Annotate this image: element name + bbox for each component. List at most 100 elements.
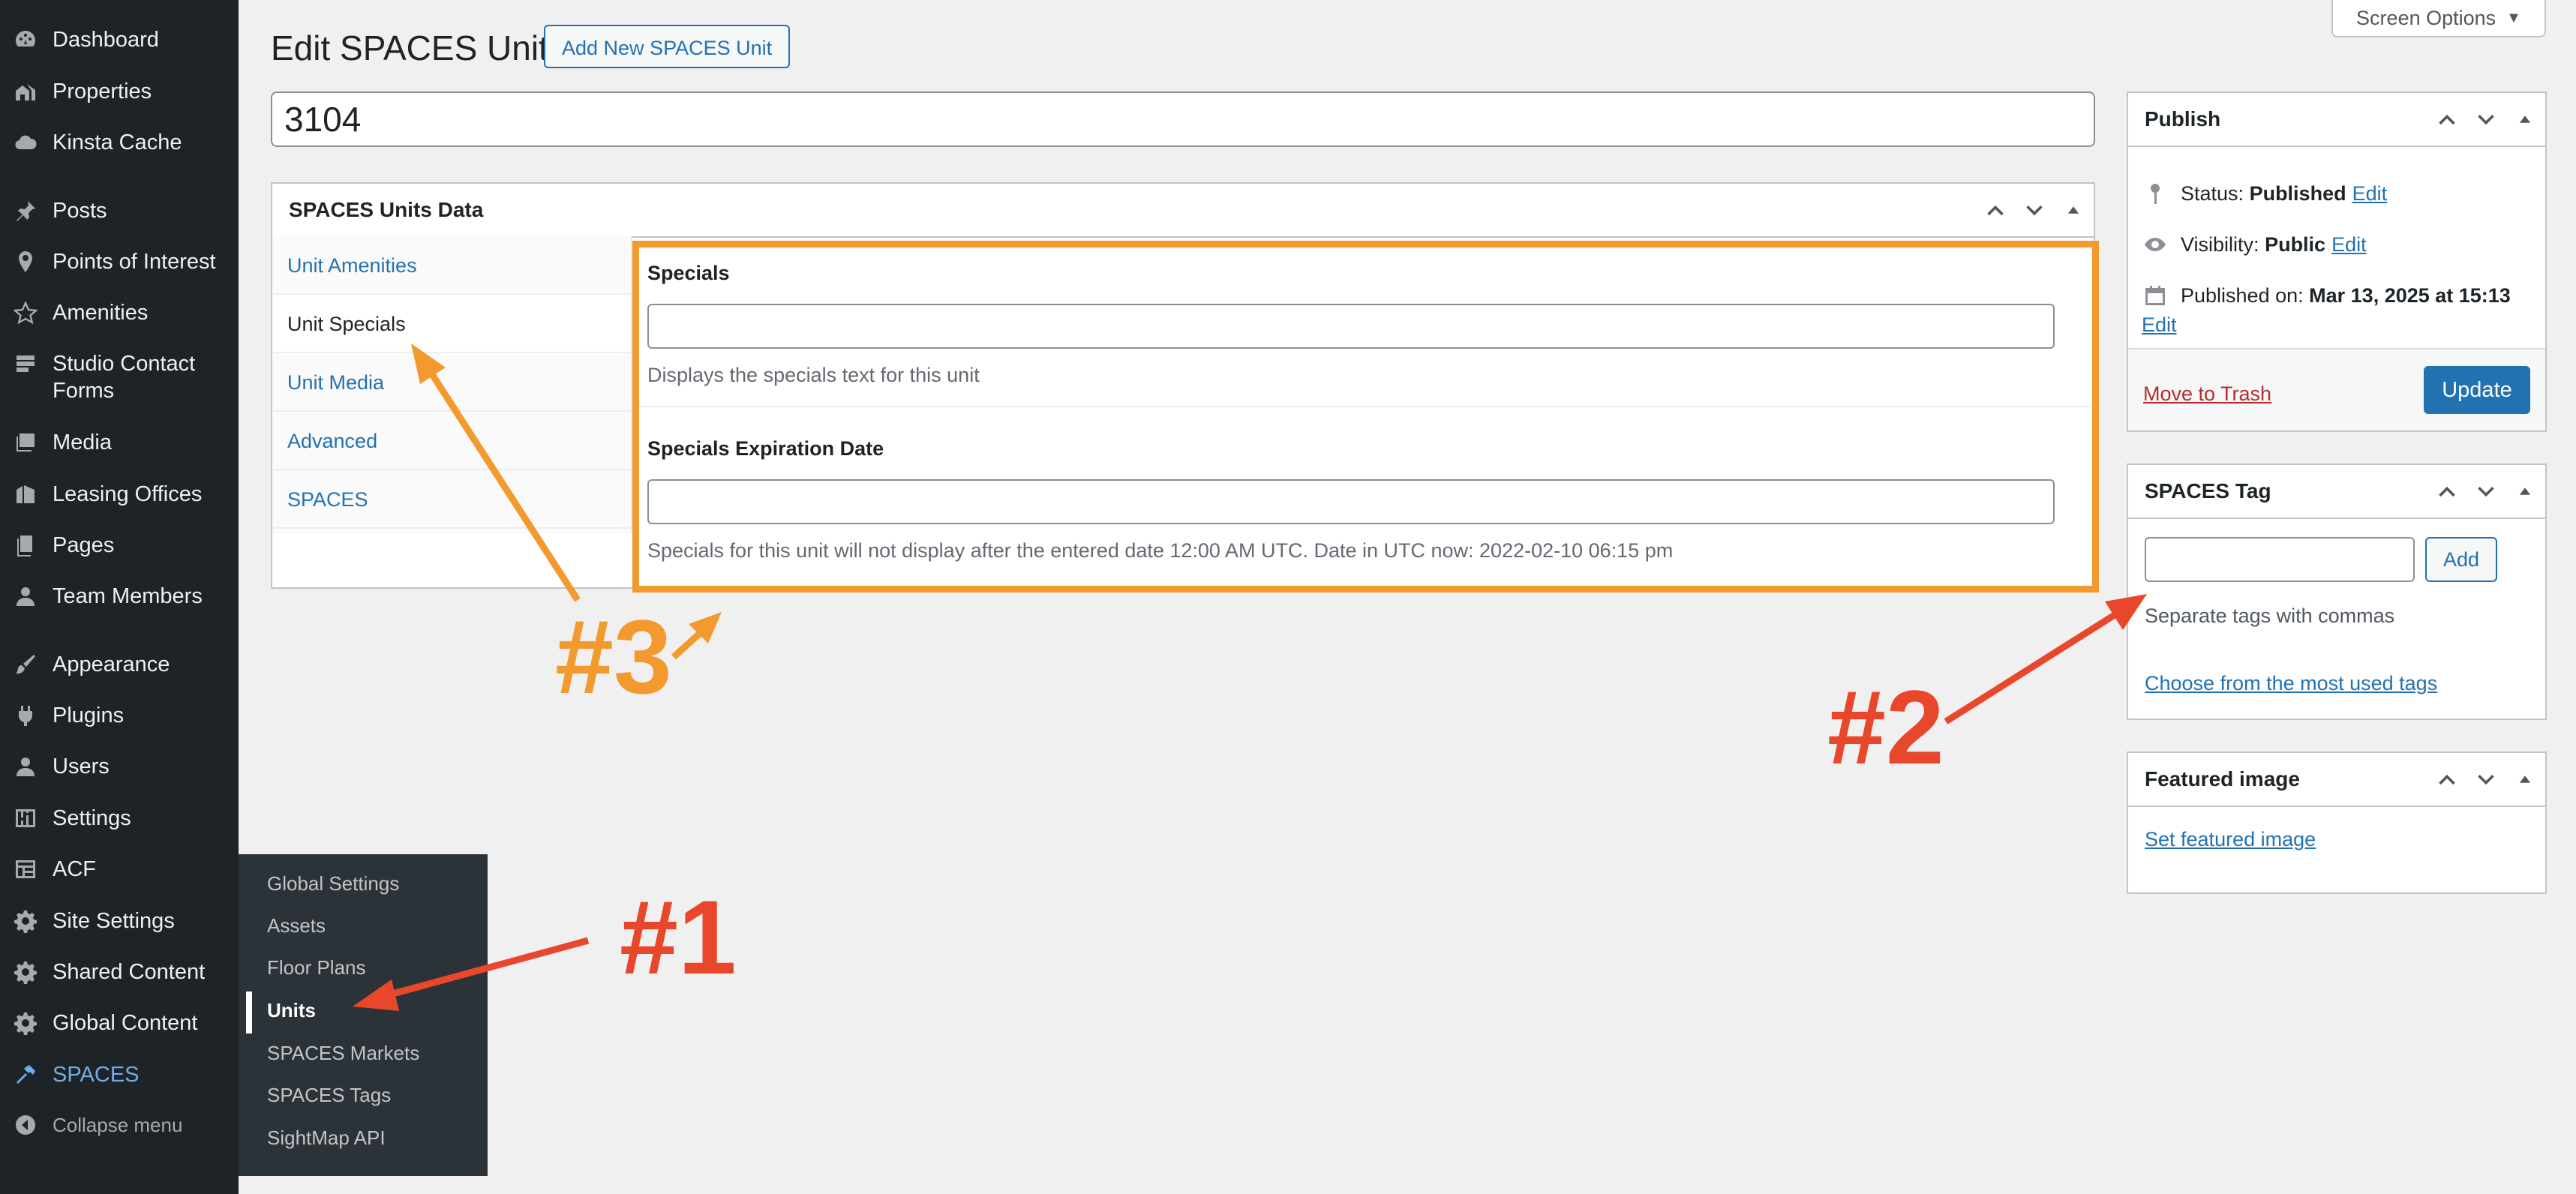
published-on-label: Published on:: [2181, 284, 2304, 307]
sidebar-item-label: Media: [53, 430, 112, 454]
add-tag-button[interactable]: Add: [2425, 537, 2497, 582]
new-tag-input[interactable]: [2145, 537, 2415, 582]
metabox-title: Publish: [2145, 107, 2221, 130]
pin-icon: [2151, 184, 2160, 204]
sidebar-item-acf[interactable]: ACF: [0, 856, 239, 883]
units-data-metabox: SPACES Units Data Unit Amenities Unit Sp…: [271, 182, 2095, 589]
post-title-input[interactable]: 3104: [271, 92, 2095, 147]
toggle-panel-icon[interactable]: [2511, 477, 2539, 506]
admin-sidebar: Dashboard Properties Kinsta Cache Posts …: [0, 0, 239, 1194]
chevron-up-icon[interactable]: [2433, 477, 2461, 506]
toggle-panel-icon[interactable]: [2511, 105, 2539, 134]
sidebar-item-dashboard[interactable]: Dashboard: [0, 26, 239, 53]
sidebar-item-kinsta-cache[interactable]: Kinsta Cache: [0, 129, 239, 156]
tab-spaces[interactable]: SPACES: [272, 470, 631, 529]
edit-date-link[interactable]: Edit: [2142, 314, 2177, 337]
users-icon: [12, 753, 39, 780]
collapse-icon: [12, 1112, 39, 1138]
sidebar-item-pages[interactable]: Pages: [0, 532, 239, 559]
sidebar-item-media[interactable]: Media: [0, 429, 239, 456]
submenu-item-spaces-tags[interactable]: SPACES Tags: [267, 1082, 391, 1108]
metabox-title: Featured image: [2145, 767, 2300, 790]
spaces-tag-metabox: SPACES Tag Add Separate tags with commas…: [2127, 464, 2547, 720]
sidebar-item-shared-content[interactable]: Shared Content: [0, 958, 239, 986]
submenu-item-units[interactable]: Units: [267, 998, 316, 1023]
sidebar-item-posts[interactable]: Posts: [0, 197, 239, 224]
submenu-item-sightmap-api[interactable]: SightMap API: [267, 1125, 386, 1150]
move-to-trash-link[interactable]: Move to Trash: [2143, 382, 2271, 406]
sidebar-item-plugins[interactable]: Plugins: [0, 702, 239, 729]
specials-expiration-input[interactable]: [647, 479, 2055, 524]
published-on-row: Published on: Mar 13, 2025 at 15:13: [2143, 284, 2511, 308]
gear-icon: [12, 1010, 39, 1036]
visibility-label: Visibility:: [2181, 232, 2259, 256]
units-data-tabs: Unit Amenities Unit Specials Unit Media …: [272, 236, 632, 533]
sidebar-item-settings[interactable]: Settings: [0, 805, 239, 832]
specials-description: Displays the specials text for this unit: [647, 364, 980, 386]
sidebar-item-team-members[interactable]: Team Members: [0, 583, 239, 610]
set-featured-image-link[interactable]: Set featured image: [2145, 828, 2316, 851]
star-icon: [12, 299, 39, 326]
gear-icon: [12, 958, 39, 986]
sidebar-item-spaces[interactable]: SPACES: [0, 1061, 239, 1088]
sidebar-item-label: Global Content: [53, 1011, 198, 1035]
specials-input[interactable]: [647, 304, 2055, 349]
update-button[interactable]: Update: [2424, 366, 2530, 414]
annotation-label-1: #1: [620, 878, 737, 996]
page-title: Edit SPACES Unit: [271, 28, 548, 68]
sidebar-item-label: Kinsta Cache: [53, 130, 182, 154]
chevron-up-icon[interactable]: [2433, 105, 2461, 134]
sidebar-item-label: Leasing Offices: [53, 482, 203, 506]
sidebar-item-leasing-offices[interactable]: Leasing Offices: [0, 481, 239, 508]
sidebar-item-label: Shared Content: [53, 960, 206, 984]
sidebar-item-appearance[interactable]: Appearance: [0, 651, 239, 678]
add-new-unit-button[interactable]: Add New SPACES Unit: [544, 25, 791, 68]
chevron-up-icon[interactable]: [2433, 765, 2461, 794]
collapse-menu-label: Collapse menu: [53, 1114, 183, 1136]
pin-icon: [12, 197, 39, 224]
screen-options-button[interactable]: Screen Options ▼: [2331, 0, 2546, 38]
sidebar-item-global-content[interactable]: Global Content: [0, 1010, 239, 1036]
tab-unit-media[interactable]: Unit Media: [272, 353, 631, 412]
tab-unit-amenities[interactable]: Unit Amenities: [272, 236, 631, 295]
publish-actions: Move to Trash Update: [2128, 348, 2545, 430]
metabox-title: SPACES Units Data: [289, 198, 484, 221]
sidebar-item-label: Properties: [53, 80, 152, 104]
pages-icon: [12, 532, 39, 559]
submenu-item-floor-plans[interactable]: Floor Plans: [267, 955, 366, 980]
location-icon: [12, 248, 39, 275]
sidebar-item-site-settings[interactable]: Site Settings: [0, 908, 239, 934]
publish-metabox: Publish Status: Published Edit Visibilit…: [2127, 92, 2547, 432]
sidebar-item-properties[interactable]: Properties: [0, 78, 239, 105]
sidebar-item-studio-contact-forms[interactable]: Studio Contact Forms: [0, 350, 225, 404]
plugin-icon: [12, 702, 39, 729]
submenu-item-spaces-markets[interactable]: SPACES Markets: [267, 1040, 419, 1066]
sidebar-item-label: Pages: [53, 533, 115, 557]
metabox-header: Featured image: [2128, 753, 2545, 807]
submenu-item-global-settings[interactable]: Global Settings: [267, 871, 399, 896]
collapse-menu-button[interactable]: Collapse menu: [0, 1112, 239, 1138]
chevron-down-icon[interactable]: [2472, 765, 2500, 794]
specials-expiration-label: Specials Expiration Date: [647, 437, 884, 460]
tab-advanced[interactable]: Advanced: [272, 412, 631, 470]
metabox-handle-actions: [1981, 184, 2088, 236]
annotation-label-2: #2: [1827, 668, 1944, 786]
edit-visibility-link[interactable]: Edit: [2331, 233, 2367, 256]
tab-unit-specials[interactable]: Unit Specials: [272, 295, 631, 353]
chevron-down-icon[interactable]: [2472, 477, 2500, 506]
chevron-down-icon[interactable]: [2472, 105, 2500, 134]
acf-icon: [12, 856, 39, 883]
sidebar-item-users[interactable]: Users: [0, 753, 239, 780]
edit-status-link[interactable]: Edit: [2352, 182, 2388, 206]
featured-image-metabox: Featured image Set featured image: [2127, 752, 2547, 894]
sidebar-item-points-of-interest[interactable]: Points of Interest: [0, 248, 239, 275]
submenu-item-assets[interactable]: Assets: [267, 913, 326, 938]
most-used-tags-link[interactable]: Choose from the most used tags: [2145, 672, 2437, 695]
chevron-up-icon[interactable]: [1981, 196, 2010, 224]
toggle-panel-icon[interactable]: [2059, 196, 2088, 224]
chevron-down-icon[interactable]: [2020, 196, 2049, 224]
unit-specials-panel: Specials Displays the specials text for …: [631, 236, 2094, 587]
sidebar-item-amenities[interactable]: Amenities: [0, 299, 239, 326]
sidebar-item-label: Points of Interest: [53, 250, 216, 274]
toggle-panel-icon[interactable]: [2511, 765, 2539, 794]
